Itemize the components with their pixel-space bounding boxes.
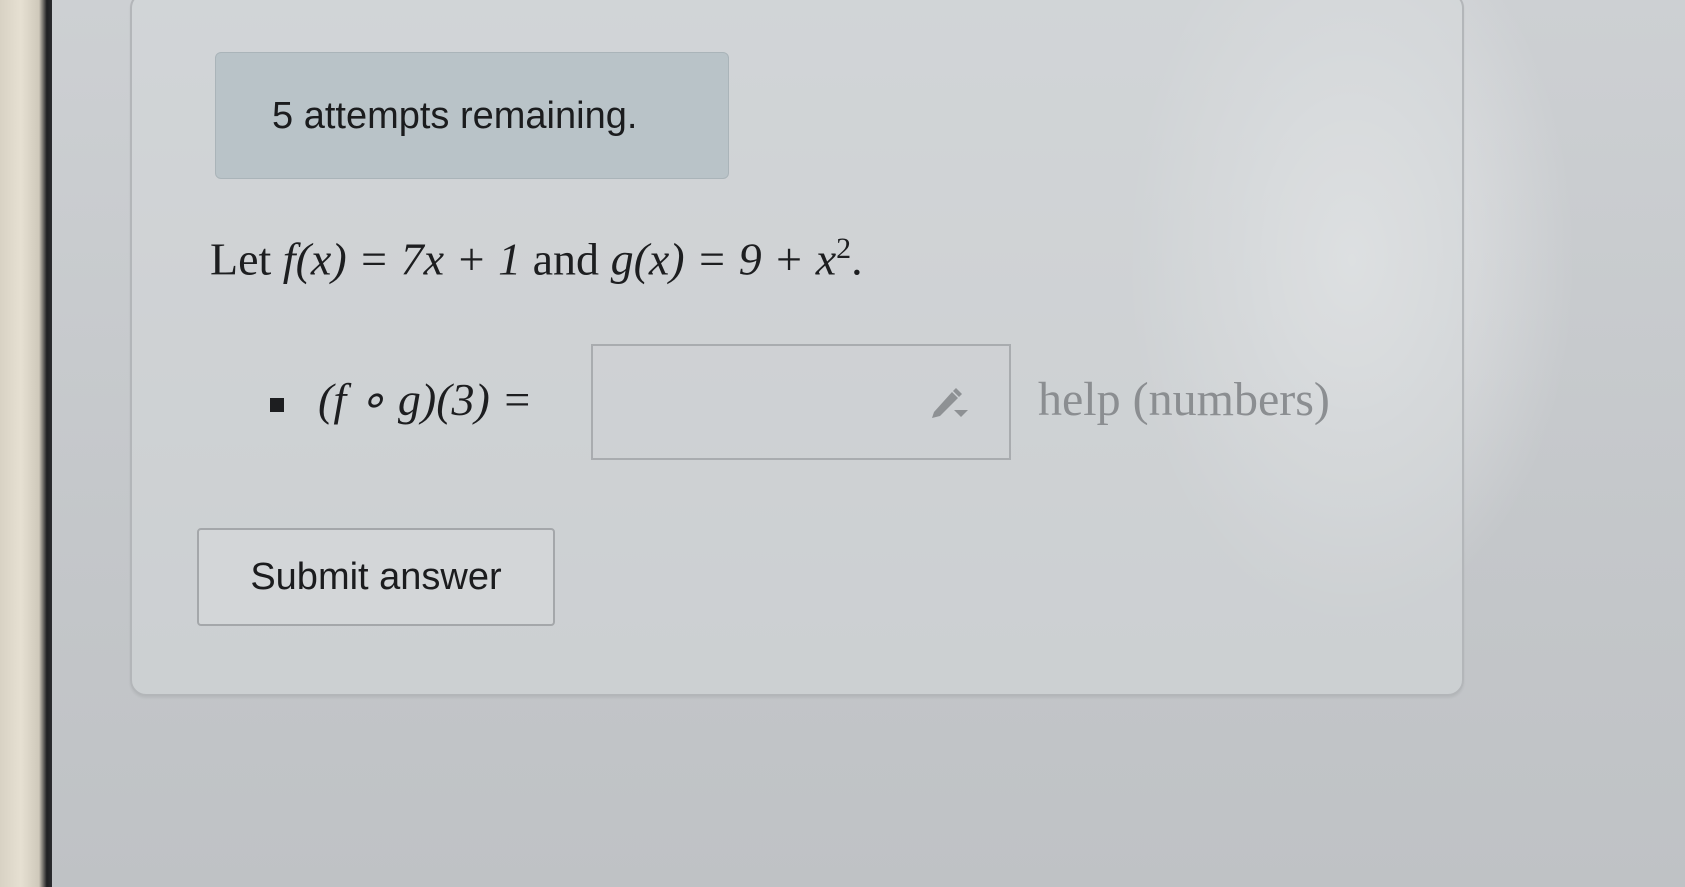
attempts-banner: 5 attempts remaining.: [215, 52, 729, 179]
g-exponent: 2: [836, 232, 852, 265]
g-definition: g(x) = 9 + x: [610, 233, 837, 285]
problem-lead: Let: [210, 233, 283, 285]
problem-statement: Let f(x) = 7x + 1 and g(x) = 9 + x2.: [210, 232, 863, 285]
submit-answer-button[interactable]: Submit answer: [197, 528, 555, 626]
problem-end: .: [851, 233, 863, 285]
attempts-text: 5 attempts remaining.: [272, 95, 638, 137]
part-bullet: [270, 398, 284, 412]
f-definition: f(x) = 7x + 1: [282, 233, 522, 285]
part-expression: (f ∘ g)(3) =: [318, 374, 533, 425]
device-bezel: [0, 0, 52, 887]
help-numbers-link[interactable]: help (numbers): [1038, 372, 1330, 427]
problem-joiner: and: [521, 233, 611, 285]
pencil-icon[interactable]: [928, 384, 968, 420]
